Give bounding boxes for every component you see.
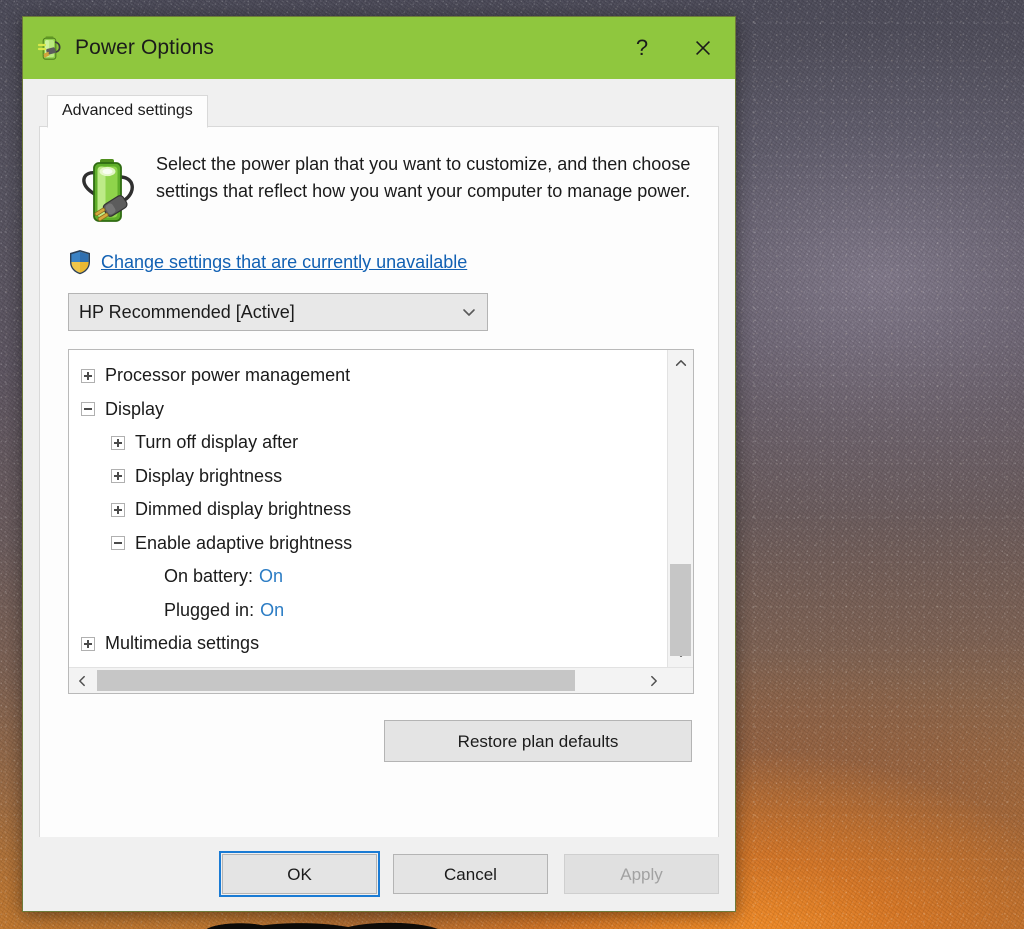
tab-advanced-settings[interactable]: Advanced settings xyxy=(47,95,208,128)
advanced-settings-tree: Processor power management Display Turn … xyxy=(68,349,694,694)
caption-buttons: ? xyxy=(613,17,735,79)
expander-plus-icon[interactable] xyxy=(81,637,95,651)
horizontal-scroll-thumb[interactable] xyxy=(97,670,575,691)
tree-item-processor-power-management[interactable]: Processor power management xyxy=(81,359,667,393)
dialog-client-area: Advanced settings xyxy=(23,79,735,911)
tree-item-label: Display xyxy=(105,399,164,420)
scrollbar-corner xyxy=(667,668,693,693)
tree-horizontal-scrollbar[interactable] xyxy=(69,667,693,693)
tab-page-advanced-settings: Select the power plan that you want to c… xyxy=(39,126,719,841)
tree-item-label: Multimedia settings xyxy=(105,633,259,654)
vertical-scroll-track[interactable] xyxy=(668,376,693,641)
close-icon xyxy=(692,37,714,59)
apply-button[interactable]: Apply xyxy=(564,854,719,894)
title-bar[interactable]: Power Options ? xyxy=(23,17,735,79)
tree-item-plugged-in[interactable]: Plugged in: On xyxy=(81,594,667,628)
change-unavailable-settings-row[interactable]: Change settings that are currently unava… xyxy=(68,249,692,275)
scroll-up-button[interactable] xyxy=(668,350,693,376)
power-options-dialog: Power Options ? Advanced settings xyxy=(22,16,736,912)
tree-vertical-scrollbar[interactable] xyxy=(667,350,693,667)
intro-section: Select the power plan that you want to c… xyxy=(66,149,692,229)
tree-viewport[interactable]: Processor power management Display Turn … xyxy=(69,350,667,667)
chevron-up-icon xyxy=(674,356,688,370)
tree-item-multimedia-settings[interactable]: Multimedia settings xyxy=(81,627,667,661)
tree-item-on-battery[interactable]: On battery: On xyxy=(81,560,667,594)
tree-item-label: On battery: xyxy=(164,566,253,587)
horizontal-scroll-track[interactable] xyxy=(95,668,641,693)
ok-button[interactable]: OK xyxy=(222,854,377,894)
vertical-scroll-thumb[interactable] xyxy=(670,564,691,656)
expander-plus-icon[interactable] xyxy=(111,469,125,483)
chevron-right-icon xyxy=(647,674,661,688)
change-unavailable-settings-link[interactable]: Change settings that are currently unava… xyxy=(101,252,467,273)
restore-plan-defaults-button[interactable]: Restore plan defaults xyxy=(384,720,692,762)
chevron-down-icon xyxy=(461,304,477,320)
cancel-button[interactable]: Cancel xyxy=(393,854,548,894)
help-button[interactable]: ? xyxy=(613,17,671,79)
intro-description: Select the power plan that you want to c… xyxy=(156,149,692,206)
tree-item-turn-off-display-after[interactable]: Turn off display after xyxy=(81,426,667,460)
tree-main-area: Processor power management Display Turn … xyxy=(69,350,693,667)
dialog-button-bar: OK Cancel Apply xyxy=(23,837,735,911)
tree-item-enable-adaptive-brightness[interactable]: Enable adaptive brightness xyxy=(81,527,667,561)
tree-item-label: Turn off display after xyxy=(135,432,298,453)
expander-plus-icon[interactable] xyxy=(111,436,125,450)
tree-item-label: Plugged in: xyxy=(164,600,254,621)
power-plan-selected-value: HP Recommended [Active] xyxy=(79,302,461,323)
scroll-right-button[interactable] xyxy=(641,668,667,693)
power-plug-battery-icon xyxy=(35,33,65,63)
uac-shield-icon xyxy=(68,249,92,275)
tree-item-label: Processor power management xyxy=(105,365,350,386)
expander-plus-icon[interactable] xyxy=(81,369,95,383)
tree-item-display[interactable]: Display xyxy=(81,393,667,427)
close-button[interactable] xyxy=(671,17,735,79)
expander-plus-icon[interactable] xyxy=(111,503,125,517)
window-title: Power Options xyxy=(75,36,214,60)
chevron-left-icon xyxy=(75,674,89,688)
tree-item-label: Enable adaptive brightness xyxy=(135,533,352,554)
expander-minus-icon[interactable] xyxy=(81,402,95,416)
battery-plug-icon xyxy=(74,151,140,229)
scroll-left-button[interactable] xyxy=(69,668,95,693)
tree-item-display-brightness[interactable]: Display brightness xyxy=(81,460,667,494)
tree-item-value[interactable]: On xyxy=(260,600,284,621)
expander-minus-icon[interactable] xyxy=(111,536,125,550)
tree-item-label: Display brightness xyxy=(135,466,282,487)
tree-item-value[interactable]: On xyxy=(259,566,283,587)
power-plan-select[interactable]: HP Recommended [Active] xyxy=(68,293,488,331)
tree-item-dimmed-display-brightness[interactable]: Dimmed display brightness xyxy=(81,493,667,527)
tab-strip: Advanced settings xyxy=(39,93,719,127)
restore-defaults-row: Restore plan defaults xyxy=(66,720,692,762)
tree-item-label: Dimmed display brightness xyxy=(135,499,351,520)
